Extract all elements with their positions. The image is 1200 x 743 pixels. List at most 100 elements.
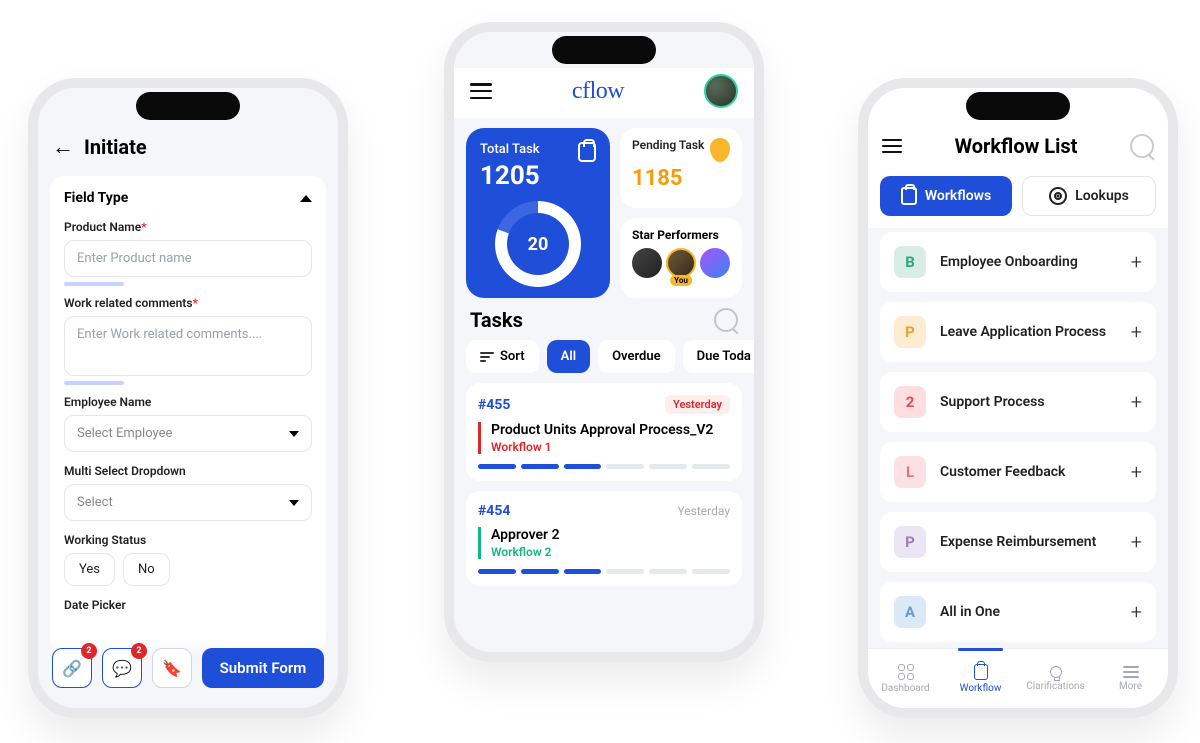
expand-icon[interactable]: + xyxy=(1131,530,1142,554)
comments-input[interactable]: Enter Work related comments.... xyxy=(64,316,312,376)
ring-value: 20 xyxy=(507,213,569,275)
label-product-name: Product Name* xyxy=(64,220,312,234)
task-date-badge: Yesterday xyxy=(665,395,730,414)
total-task-card[interactable]: Total Task 1205 20 xyxy=(466,128,610,298)
workflow-letter-badge: 2 xyxy=(894,386,926,418)
target-icon xyxy=(1049,187,1067,205)
task-date-badge: Yesterday xyxy=(677,504,730,518)
field-indicator xyxy=(64,282,124,286)
chat-icon: 💬 xyxy=(112,659,132,678)
task-name: Approver 2 xyxy=(491,527,730,543)
bookmark-icon: 🔖 xyxy=(162,659,182,678)
section-title: Field Type xyxy=(64,190,128,206)
workflow-row[interactable]: PExpense Reimbursement+ xyxy=(880,512,1156,572)
performer-avatar-you[interactable]: You xyxy=(666,248,696,278)
nav-clarifications[interactable]: Clarifications xyxy=(1018,649,1093,708)
label-multiselect: Multi Select Dropdown xyxy=(64,464,312,478)
page-title: Initiate xyxy=(84,135,147,159)
filter-due-today[interactable]: Due Toda xyxy=(683,340,754,373)
performer-avatar[interactable] xyxy=(632,248,662,278)
attachments-badge: 2 xyxy=(81,643,97,659)
filter-overdue[interactable]: Overdue xyxy=(598,340,675,373)
task-workflow: Workflow 1 xyxy=(491,440,730,454)
total-task-label: Total Task xyxy=(480,142,540,157)
clipboard-icon xyxy=(901,187,917,205)
clipboard-icon xyxy=(578,142,596,162)
workflow-label: Employee Onboarding xyxy=(940,254,1117,270)
pending-label: Pending Task xyxy=(632,138,704,162)
workflow-row[interactable]: B Employee Onboarding + xyxy=(880,232,1156,292)
task-card[interactable]: #455 Yesterday Product Units Approval Pr… xyxy=(466,383,742,481)
product-name-input[interactable]: Enter Product name xyxy=(64,240,312,277)
expand-icon[interactable]: + xyxy=(1131,320,1142,344)
workflow-label: Expense Reimbursement xyxy=(940,534,1117,550)
chevron-down-icon xyxy=(289,500,299,506)
tab-lookups[interactable]: Lookups xyxy=(1022,176,1156,216)
task-progress xyxy=(478,569,730,574)
menu-icon[interactable] xyxy=(470,83,492,99)
total-task-value: 1205 xyxy=(480,161,540,191)
workflow-letter-badge: P xyxy=(894,316,926,348)
label-datepicker: Date Picker xyxy=(64,598,312,612)
workflow-label: Leave Application Process xyxy=(940,324,1117,340)
task-id: #455 xyxy=(478,397,510,413)
medal-icon xyxy=(710,138,730,162)
multiselect-dropdown[interactable]: Select xyxy=(64,484,312,521)
more-icon xyxy=(1123,666,1139,678)
pending-value: 1185 xyxy=(632,166,730,191)
bulb-icon xyxy=(1050,666,1062,678)
field-indicator xyxy=(64,381,124,385)
sort-icon xyxy=(480,352,494,362)
expand-icon[interactable]: + xyxy=(1131,250,1142,274)
workflow-letter-badge: A xyxy=(894,596,926,628)
workflow-letter-badge: L xyxy=(894,456,926,488)
comments-badge: 2 xyxy=(131,643,147,659)
menu-icon[interactable] xyxy=(882,139,902,153)
workflow-row[interactable]: A All in One + xyxy=(880,582,1156,642)
user-avatar[interactable] xyxy=(704,74,738,108)
expand-icon[interactable]: + xyxy=(1131,390,1142,414)
star-performers-label: Star Performers xyxy=(632,228,730,242)
expand-icon[interactable]: + xyxy=(1131,460,1142,484)
expand-icon[interactable]: + xyxy=(1131,600,1142,624)
dashboard-icon xyxy=(898,664,914,680)
workflow-label: All in One xyxy=(940,604,1117,620)
toggle-yes[interactable]: Yes xyxy=(64,553,115,586)
workflow-row[interactable]: L Customer Feedback + xyxy=(880,442,1156,502)
employee-select[interactable]: Select Employee xyxy=(64,415,312,452)
tasks-heading: Tasks xyxy=(470,308,523,332)
workflow-letter-badge: B xyxy=(894,246,926,278)
nav-workflow[interactable]: Workflow xyxy=(943,649,1018,708)
back-arrow-icon[interactable]: ← xyxy=(52,134,74,160)
task-workflow: Workflow 2 xyxy=(491,545,730,559)
nav-more[interactable]: More xyxy=(1093,649,1168,708)
tab-workflows[interactable]: Workflows xyxy=(880,176,1012,216)
link-icon: 🔗 xyxy=(62,659,82,678)
performer-avatar[interactable] xyxy=(700,248,730,278)
workflow-row[interactable]: 2 Support Process + xyxy=(880,372,1156,432)
submit-button[interactable]: Submit Form xyxy=(202,648,324,688)
bookmark-button[interactable]: 🔖 xyxy=(152,648,192,688)
section-header[interactable]: Field Type xyxy=(64,190,312,206)
task-progress xyxy=(478,464,730,469)
task-card[interactable]: #454 Yesterday Approver 2 Workflow 2 xyxy=(466,491,742,586)
toggle-no[interactable]: No xyxy=(123,553,170,586)
star-performers-card[interactable]: Star Performers You xyxy=(620,218,742,298)
progress-ring: 20 xyxy=(495,201,581,287)
brand-logo: cflow xyxy=(572,78,624,105)
workflow-label: Support Process xyxy=(940,394,1117,410)
sort-chip[interactable]: Sort xyxy=(466,340,539,373)
pending-task-card[interactable]: Pending Task 1185 xyxy=(620,128,742,208)
label-working-status: Working Status xyxy=(64,533,312,547)
comments-button[interactable]: 💬 2 xyxy=(102,648,142,688)
search-icon[interactable] xyxy=(714,308,738,332)
page-title: Workflow List xyxy=(955,134,1078,158)
search-icon[interactable] xyxy=(1130,134,1154,158)
workflow-row[interactable]: P Leave Application Process + xyxy=(880,302,1156,362)
workflow-label: Customer Feedback xyxy=(940,464,1117,480)
filter-all[interactable]: All xyxy=(547,340,590,373)
task-id: #454 xyxy=(478,503,510,519)
attachments-button[interactable]: 🔗 2 xyxy=(52,648,92,688)
task-name: Product Units Approval Process_V2 xyxy=(491,422,730,438)
nav-dashboard[interactable]: Dashboard xyxy=(868,649,943,708)
